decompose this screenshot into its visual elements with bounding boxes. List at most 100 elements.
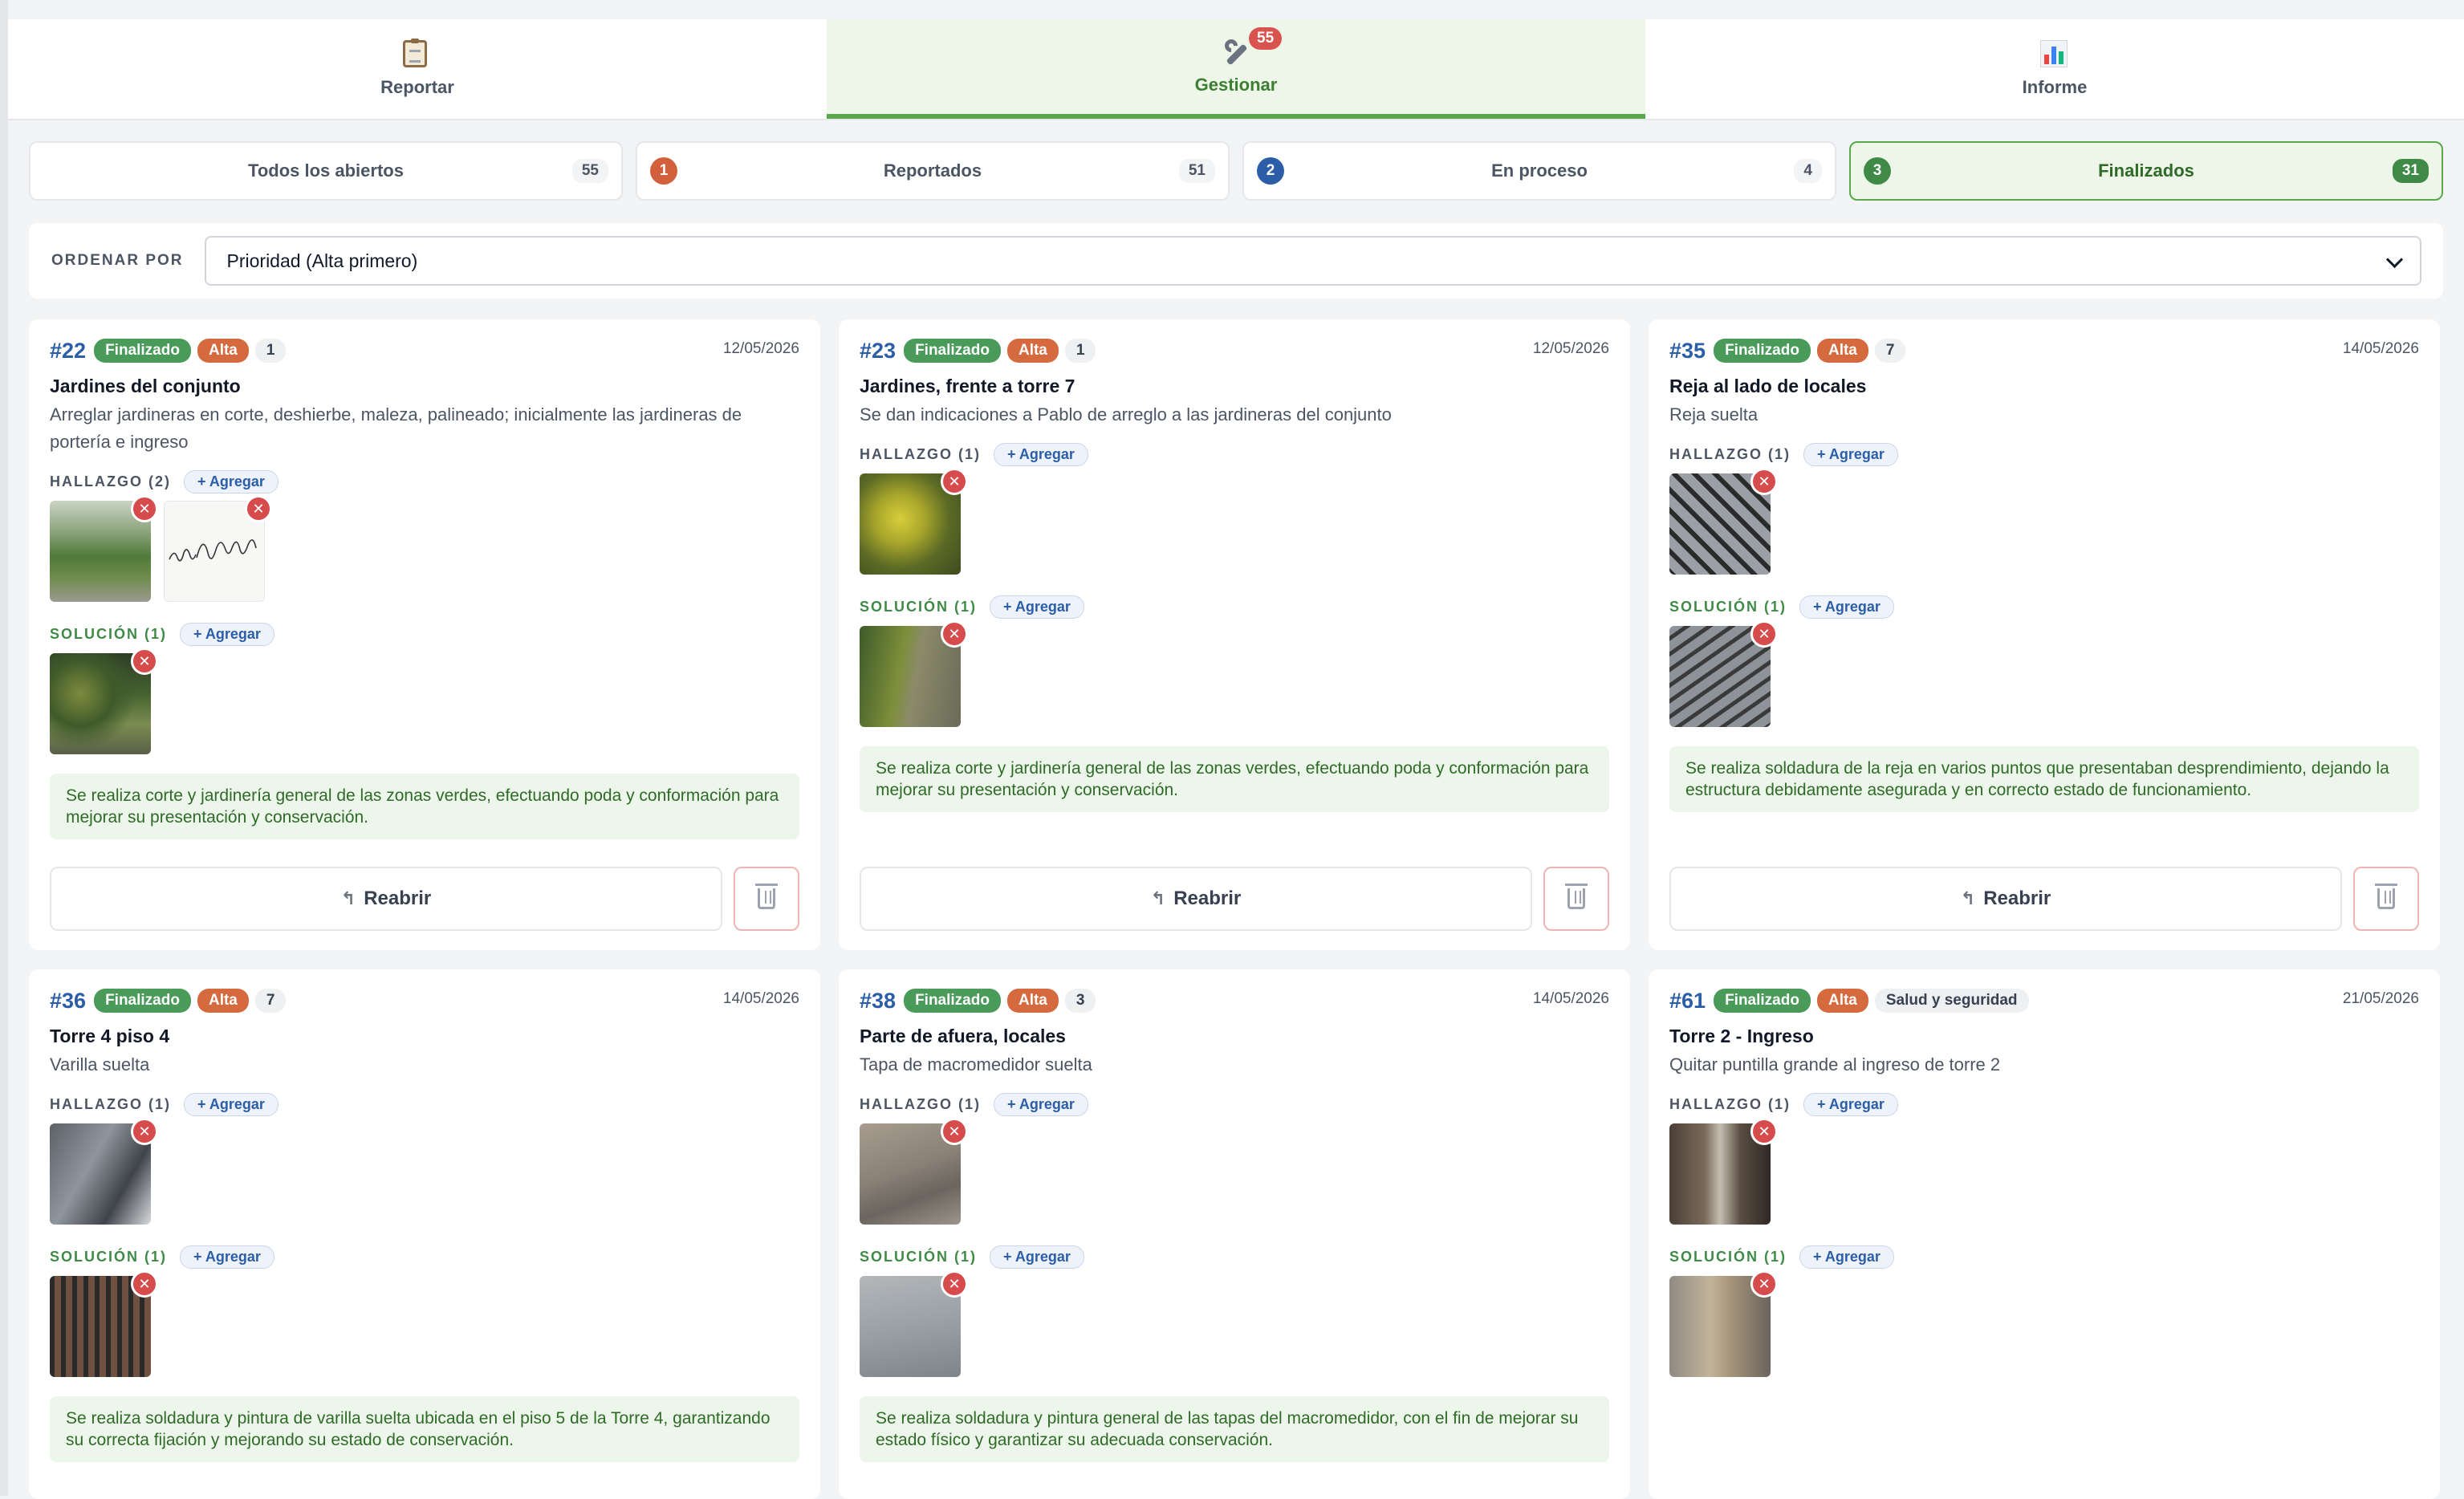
incident-card: #38 Finalizado Alta 3 14/05/2026 Parte d… [839,969,1630,1499]
hallazgo-section-label: HALLAZGO (1) + Agregar [50,1093,279,1116]
card-header: #22 Finalizado Alta 1 12/05/2026 [50,337,799,364]
add-solucion-button[interactable]: + Agregar [990,595,1084,619]
add-solucion-button[interactable]: + Agregar [180,1245,274,1269]
add-hallazgo-button[interactable]: + Agregar [183,470,279,494]
tab-gestionar[interactable]: 55 Gestionar [827,19,1645,119]
tab-informe[interactable]: Informe [1645,19,2464,119]
filter-count: 51 [1178,159,1215,183]
remove-photo-button[interactable]: ✕ [941,468,968,495]
card-id: #23 [860,338,897,363]
status-badge: Finalizado [1714,339,1811,363]
chevron-down-icon [2385,250,2403,269]
card-date: 21/05/2026 [2342,990,2419,1007]
solucion-section-label: SOLUCIÓN (1) + Agregar [1669,595,1894,619]
remove-photo-button[interactable]: ✕ [941,1118,968,1145]
status-filters: Todos los abiertos 55 1 Reportados 51 2 … [29,141,2443,201]
incident-card: #61 Finalizado Alta Salud y seguridad 21… [1649,969,2440,1499]
filter-en-proceso[interactable]: 2 En proceso 4 [1242,141,1836,201]
remove-photo-button[interactable]: ✕ [941,1270,968,1298]
hallazgo-section-label: HALLAZGO (1) + Agregar [860,1093,1088,1116]
incident-card: #23 Finalizado Alta 1 12/05/2026 Jardine… [839,319,1630,950]
reopen-button[interactable]: ↰ Reabrir [50,867,722,931]
incident-card: #36 Finalizado Alta 7 14/05/2026 Torre 4… [29,969,820,1499]
priority-badge: Alta [197,989,249,1013]
tag-badge: 1 [254,339,287,363]
card-date: 14/05/2026 [1532,990,1609,1007]
solution-note: Se realiza soldadura y pintura general d… [860,1396,1609,1462]
remove-photo-button[interactable]: ✕ [131,495,158,522]
status-badge: Finalizado [904,339,1001,363]
reopen-label: Reabrir [364,888,432,909]
remove-photo-button[interactable]: ✕ [1750,468,1778,495]
add-hallazgo-button[interactable]: + Agregar [1803,443,1898,466]
card-header: #35 Finalizado Alta 7 14/05/2026 [1669,337,2419,364]
filter-label: Reportados [883,160,982,181]
add-solucion-button[interactable]: + Agregar [180,623,274,646]
section-title: SOLUCIÓN (1) [1669,1249,1787,1265]
reopen-button[interactable]: ↰ Reabrir [1669,867,2342,931]
sort-select[interactable]: Prioridad (Alta primero) [204,236,2421,286]
card-title: Jardines del conjunto [50,376,241,396]
tab-reportar[interactable]: Reportar [8,19,827,119]
tab-label: Gestionar [1194,75,1278,95]
filter-reportados[interactable]: 1 Reportados 51 [636,141,1230,201]
card-id: #35 [1669,338,1706,363]
remove-photo-button[interactable]: ✕ [131,648,158,675]
add-hallazgo-button[interactable]: + Agregar [1803,1093,1898,1116]
status-badge: Finalizado [904,989,1001,1013]
hallazgo-section-label: HALLAZGO (1) + Agregar [1669,1093,1898,1116]
step-number: 3 [1864,157,1891,185]
card-date: 14/05/2026 [722,990,799,1007]
add-solucion-button[interactable]: + Agregar [1799,595,1894,619]
clipboard-icon [403,39,432,69]
section-title: HALLAZGO (1) [50,1096,171,1112]
card-header: #61 Finalizado Alta Salud y seguridad 21… [1669,987,2419,1014]
section-title: SOLUCIÓN (1) [860,599,978,615]
solucion-section-label: SOLUCIÓN (1) + Agregar [50,1245,274,1269]
add-hallazgo-button[interactable]: + Agregar [993,443,1088,466]
filter-todos-abiertos[interactable]: Todos los abiertos 55 [29,141,623,201]
card-header: #36 Finalizado Alta 7 14/05/2026 [50,987,799,1014]
remove-photo-button[interactable]: ✕ [1750,1270,1778,1298]
add-hallazgo-button[interactable]: + Agregar [183,1093,279,1116]
step-number: 2 [1257,157,1284,185]
filter-finalizados[interactable]: 3 Finalizados 31 [1849,141,2443,201]
solucion-section-label: SOLUCIÓN (1) + Agregar [860,1245,1084,1269]
add-solucion-button[interactable]: + Agregar [1799,1245,1894,1269]
trash-icon [1565,884,1588,909]
card-header: #23 Finalizado Alta 1 12/05/2026 [860,337,1609,364]
trash-icon [755,884,778,909]
reopen-icon: ↰ [1960,888,1976,908]
bar-chart-icon [2040,40,2069,69]
reopen-icon: ↰ [1150,888,1166,908]
delete-button[interactable] [734,867,799,931]
tag-badge: 7 [1874,339,1906,363]
reopen-button[interactable]: ↰ Reabrir [860,867,1532,931]
add-solucion-button[interactable]: + Agregar [990,1245,1084,1269]
filter-label: Todos los abiertos [248,160,404,181]
remove-photo-button[interactable]: ✕ [1750,620,1778,648]
remove-photo-button[interactable]: ✕ [941,620,968,648]
card-id: #38 [860,988,897,1013]
remove-photo-button[interactable]: ✕ [245,495,272,522]
section-title: SOLUCIÓN (1) [860,1249,978,1265]
remove-photo-button[interactable]: ✕ [131,1270,158,1298]
card-id: #61 [1669,988,1706,1013]
wrench-icon [1222,36,1250,67]
section-title: SOLUCIÓN (1) [50,1249,168,1265]
filter-count: 31 [2392,159,2429,183]
delete-button[interactable] [2353,867,2419,931]
incident-card: #22 Finalizado Alta 1 12/05/2026 Jardine… [29,319,820,950]
main-tabs: Reportar 55 Gestionar Informe [8,19,2464,120]
reopen-icon: ↰ [340,888,356,908]
priority-badge: Alta [1006,339,1059,363]
card-date: 12/05/2026 [1532,340,1609,357]
remove-photo-button[interactable]: ✕ [1750,1118,1778,1145]
status-badge: Finalizado [1714,989,1811,1013]
delete-button[interactable] [1543,867,1609,931]
hallazgo-section-label: HALLAZGO (1) + Agregar [860,443,1088,466]
section-title: SOLUCIÓN (1) [50,626,168,642]
section-title: HALLAZGO (1) [1669,1096,1791,1112]
remove-photo-button[interactable]: ✕ [131,1118,158,1145]
add-hallazgo-button[interactable]: + Agregar [993,1093,1088,1116]
